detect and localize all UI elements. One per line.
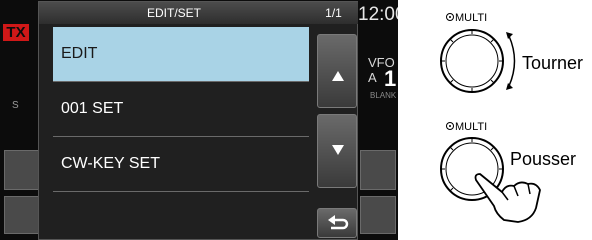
down-arrow-icon xyxy=(332,145,344,155)
page-indicator: 1/1 xyxy=(309,2,358,24)
edit-set-dialog: EDIT/SET 1/1 EDIT 001 SET CW-KEY SET xyxy=(38,1,358,240)
menu-item-cw-key-set[interactable]: CW-KEY SET xyxy=(53,137,309,192)
menu-list: EDIT 001 SET CW-KEY SET xyxy=(53,27,309,240)
menu-item-empty xyxy=(53,192,309,240)
dialog-title: EDIT/SET xyxy=(39,2,309,24)
multi-label-push: MULTI xyxy=(446,121,487,134)
turn-label: Tourner xyxy=(522,53,584,73)
radio-screen: TX S 12:00 VFO A 1 BLANK EDIT/SET 1/1 ED… xyxy=(0,0,398,240)
scroll-up-button[interactable] xyxy=(317,34,357,108)
blank-label: BLANK xyxy=(370,91,397,100)
clock: 12:00 xyxy=(358,4,398,25)
knob-turn-icon xyxy=(440,29,516,93)
bg-button-right-1 xyxy=(360,150,396,190)
up-arrow-icon xyxy=(332,71,344,81)
multi-dial-icon xyxy=(446,122,454,130)
push-label: Pousser xyxy=(510,149,577,169)
multi-label-turn: MULTI xyxy=(446,12,487,25)
tx-indicator: TX xyxy=(3,24,29,41)
back-button[interactable] xyxy=(317,208,357,238)
scroll-down-button[interactable] xyxy=(317,114,357,188)
menu-item-edit[interactable]: EDIT xyxy=(53,27,309,82)
vfo-number: 1 xyxy=(384,66,397,91)
s-meter-label: S xyxy=(12,100,19,111)
bg-button-right-2 xyxy=(360,196,396,234)
bg-button-left-1 xyxy=(4,150,40,190)
menu-item-001-set[interactable]: 001 SET xyxy=(53,82,309,137)
knob-push-icon xyxy=(440,137,541,223)
bg-button-left-2 xyxy=(4,196,40,234)
return-icon xyxy=(328,215,349,230)
multi-dial-icon xyxy=(446,13,454,21)
